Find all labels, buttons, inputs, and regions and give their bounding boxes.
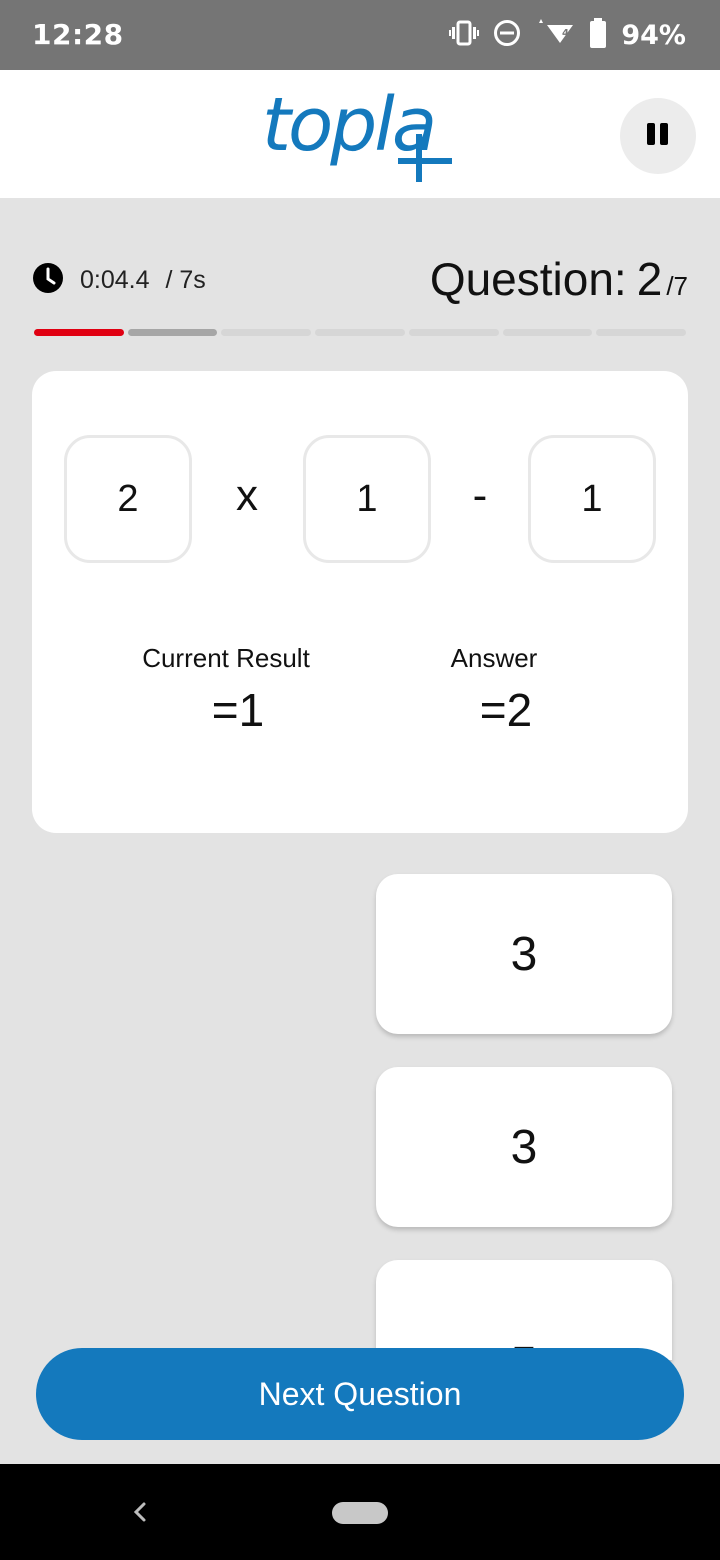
timer: 0:04.4 / 7s xyxy=(32,262,206,299)
next-question-button[interactable]: Next Question xyxy=(36,1348,684,1440)
do-not-disturb-icon xyxy=(493,19,521,52)
status-time: 12:28 xyxy=(32,18,124,51)
equation-card: 2 x 1 - 1 Current Result =1 Answer =2 xyxy=(32,371,688,833)
question-counter: Question: 2 /7 xyxy=(430,252,688,306)
progress-segment xyxy=(502,329,593,336)
number-option[interactable]: 3 xyxy=(376,1067,672,1227)
back-icon[interactable] xyxy=(126,1496,154,1528)
question-number: 2 xyxy=(636,253,663,305)
current-result-label: Current Result xyxy=(142,643,310,673)
svg-text:4: 4 xyxy=(562,28,569,39)
pause-button[interactable] xyxy=(620,98,696,174)
system-nav-bar xyxy=(0,1464,720,1560)
question-label: Question: xyxy=(429,253,627,305)
timer-elapsed: 0:04.4 xyxy=(80,266,150,294)
status-icons: 4 94% xyxy=(449,16,686,54)
current-result-value: =1 xyxy=(211,684,265,736)
operand-box-2[interactable]: 1 xyxy=(303,435,431,563)
progress-segment xyxy=(596,329,687,336)
battery-icon xyxy=(589,17,607,53)
operator-2: - xyxy=(472,471,488,520)
timer-limit: / 7s xyxy=(165,266,206,294)
answer-value: =2 xyxy=(479,684,533,736)
operator-1: x xyxy=(236,471,258,520)
progress-segment xyxy=(127,329,218,336)
answer-label: Answer xyxy=(450,643,538,673)
operand-box-3[interactable]: 1 xyxy=(528,435,656,563)
topla-logo: topla xyxy=(262,80,462,190)
progress-segment xyxy=(221,329,312,336)
progress-segment xyxy=(315,329,405,336)
progress-segment xyxy=(408,329,499,336)
number-option[interactable]: 5 xyxy=(376,1260,672,1360)
clock-icon xyxy=(32,262,64,299)
battery-percent: 94% xyxy=(621,19,686,51)
wifi-icon: 4 xyxy=(535,18,575,52)
plus-icon xyxy=(392,126,454,189)
question-total: /7 xyxy=(666,271,688,301)
pause-icon xyxy=(645,121,671,152)
status-bar: 12:28 4 94% xyxy=(0,0,720,70)
operand-box-1[interactable]: 2 xyxy=(64,435,192,563)
vibrate-icon xyxy=(449,20,480,51)
progress-segment xyxy=(34,329,124,336)
app-header: topla xyxy=(0,70,720,198)
home-pill-icon[interactable] xyxy=(332,1502,388,1524)
question-progress xyxy=(34,329,687,337)
number-option[interactable]: 3 xyxy=(376,874,672,1034)
